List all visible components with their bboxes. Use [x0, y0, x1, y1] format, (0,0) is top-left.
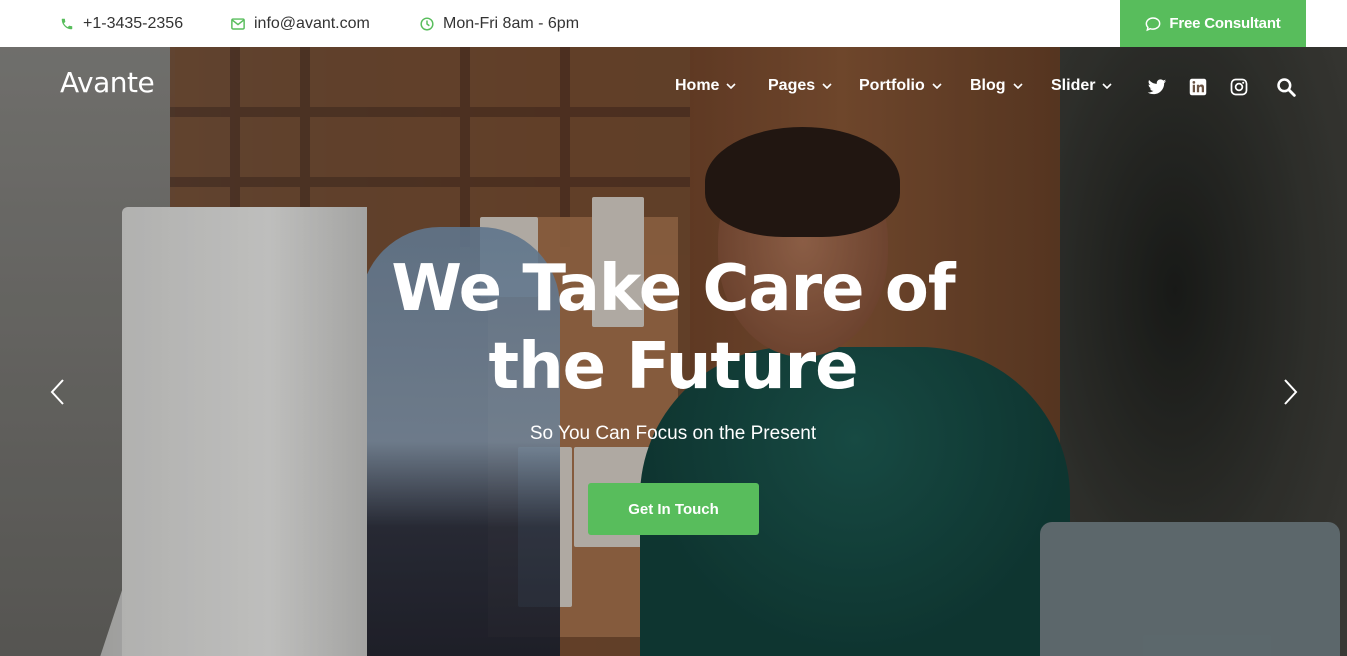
chevron-down-icon: [726, 83, 737, 89]
free-consultant-label: Free Consultant: [1169, 15, 1281, 32]
contact-email[interactable]: info@avant.com: [231, 0, 370, 47]
twitter-icon[interactable]: [1146, 76, 1168, 98]
chevron-down-icon: [822, 83, 832, 89]
get-in-touch-button[interactable]: Get In Touch: [588, 483, 759, 535]
nav-item-blog[interactable]: Blog: [970, 74, 1023, 98]
nav-item-label: Pages: [768, 77, 816, 94]
hero-title-line-1: We Take Care of: [391, 252, 955, 326]
phone-number: +1-3435-2356: [83, 14, 184, 32]
phone-icon: [61, 18, 73, 29]
hero-subtitle: So You Can Focus on the Present: [529, 423, 817, 444]
get-in-touch-label: Get In Touch: [628, 500, 719, 518]
chevron-down-icon: [932, 83, 942, 89]
search-icon[interactable]: [1275, 76, 1297, 98]
nav-item-label: Blog: [970, 77, 1006, 94]
instagram-icon[interactable]: [1228, 76, 1250, 98]
linkedin-icon[interactable]: [1187, 76, 1209, 98]
chevron-down-icon: [1102, 83, 1113, 89]
nav-item-pages[interactable]: Pages: [768, 74, 832, 98]
chevron-down-icon: [1012, 83, 1023, 89]
email-address: info@avant.com: [254, 14, 370, 32]
opening-hours: Mon-Fri 8am - 6pm: [443, 14, 580, 32]
chevron-left-icon: [50, 379, 64, 405]
slider-next-button[interactable]: [1276, 376, 1306, 408]
nav-item-label: Slider: [1051, 77, 1096, 94]
chat-bubble-icon: [1146, 16, 1161, 31]
nav-item-label: Home: [675, 77, 720, 94]
contact-hours: Mon-Fri 8am - 6pm: [420, 0, 579, 47]
slider-prev-button[interactable]: [42, 376, 72, 408]
contact-phone[interactable]: +1-3435-2356: [60, 0, 183, 47]
envelope-icon: [231, 17, 245, 30]
hero-title-line-2: the Future: [488, 330, 858, 404]
nav-item-portfolio[interactable]: Portfolio: [859, 74, 942, 98]
clock-icon: [420, 16, 434, 31]
nav-item-label: Portfolio: [859, 77, 925, 94]
site-logo[interactable]: Avante: [60, 66, 155, 99]
nav-item-home[interactable]: Home: [675, 74, 737, 98]
top-bar: +1-3435-2356 info@avant.com Mon-Fri 8am …: [0, 0, 1347, 47]
hero-title: We Take Care of the Future: [373, 250, 973, 406]
nav-item-slider[interactable]: Slider: [1051, 74, 1113, 98]
free-consultant-button[interactable]: Free Consultant: [1120, 0, 1306, 47]
chevron-right-icon: [1284, 379, 1298, 405]
